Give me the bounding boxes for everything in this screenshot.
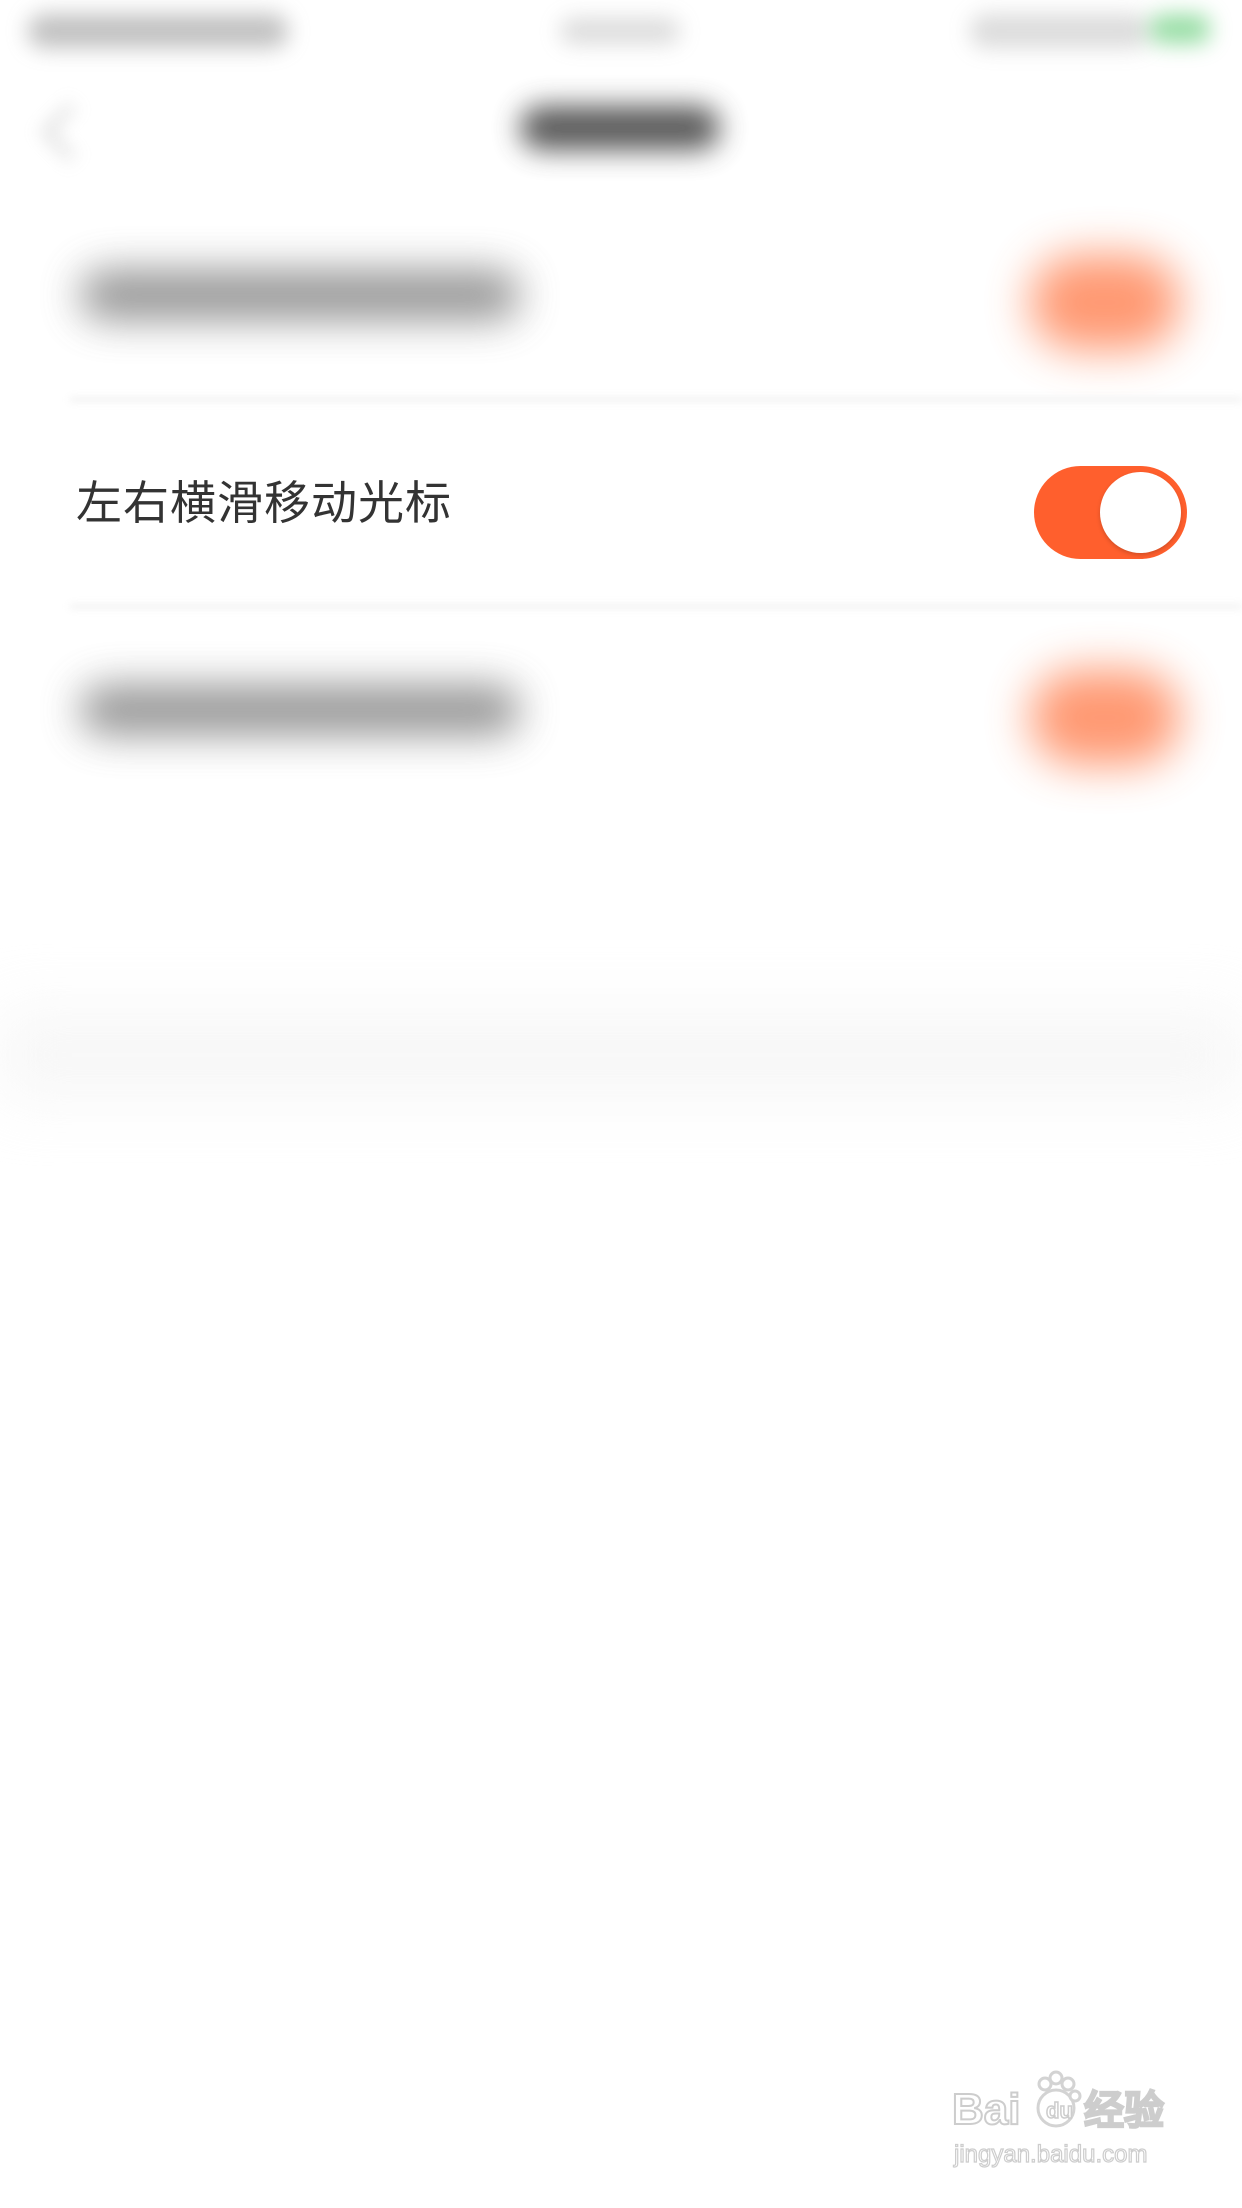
setting-toggle-blurred[interactable] — [1030, 670, 1180, 765]
baidu-jingyan-watermark: Bai du 经验 jingyan.baidu.com — [950, 2070, 1190, 2180]
carrier-signal-blurred — [28, 14, 288, 48]
toggle-knob — [1100, 472, 1181, 553]
settings-row-swipe-cursor[interactable]: 左右横滑移动光标 — [0, 405, 1242, 605]
svg-text:经验: 经验 — [1084, 2088, 1164, 2134]
settings-row-blurred-1 — [0, 210, 1242, 410]
setting-label-blurred — [80, 685, 520, 735]
settings-row-blurred-3 — [0, 610, 1242, 810]
setting-label-blurred — [80, 270, 520, 320]
svg-text:jingyan.baidu.com: jingyan.baidu.com — [953, 2141, 1147, 2168]
settings-screen: 左右横滑移动光标 Bai du 经验 jingyan.baidu.com — [0, 0, 1242, 2208]
row-divider — [70, 605, 1242, 608]
battery-icon — [1150, 14, 1210, 44]
page-title-blurred — [520, 106, 720, 150]
setting-toggle-blurred[interactable] — [1030, 255, 1180, 350]
baidu-watermark-logo: Bai du 经验 jingyan.baidu.com — [951, 2070, 1165, 2169]
clock-blurred — [560, 18, 680, 44]
svg-text:du: du — [1046, 2098, 1073, 2123]
navigation-bar — [0, 62, 1242, 192]
row-divider — [70, 398, 1242, 401]
swipe-cursor-toggle[interactable] — [1034, 466, 1187, 559]
swipe-cursor-label: 左右横滑移动光标 — [76, 476, 452, 530]
svg-text:Bai: Bai — [952, 2085, 1020, 2134]
list-bottom-haze — [0, 1010, 1242, 1100]
back-arrow-icon[interactable] — [41, 103, 99, 161]
status-icons-blurred — [970, 14, 1150, 48]
status-bar — [0, 0, 1242, 62]
